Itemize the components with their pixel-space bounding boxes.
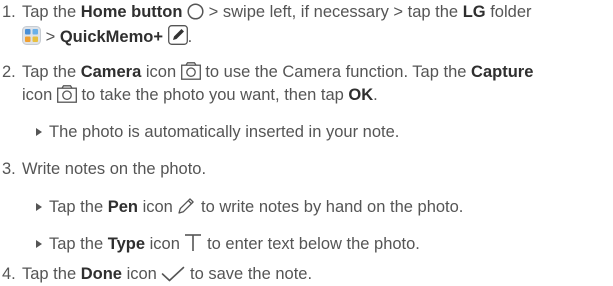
home-circle-icon: [187, 3, 204, 20]
text: Tap the: [49, 198, 104, 216]
text: .: [373, 86, 378, 104]
text: icon: [145, 63, 177, 81]
text: icon: [142, 198, 173, 216]
home-button-term: Home button: [80, 3, 183, 21]
step-3-text: Write notes on the photo.: [22, 160, 207, 178]
step-3-bullet-2: Tap the Type icon to enter text below th…: [36, 233, 420, 253]
text: icon: [126, 265, 157, 283]
quickmemo-term: QuickMemo+: [59, 28, 163, 46]
step-1-text: Tap the Home button > swipe left, if nec…: [22, 2, 532, 22]
done-term: Done: [80, 265, 122, 283]
text: Tap the: [22, 265, 77, 283]
step-number: 4.: [2, 265, 16, 283]
text: to save the note.: [190, 265, 313, 283]
camera-term: Camera: [80, 63, 142, 81]
capture-icon: [56, 85, 77, 103]
text: Tap the: [49, 235, 104, 253]
pen-icon: [177, 196, 196, 215]
step-number: 2.: [2, 63, 16, 81]
step-2-bullet: The photo is automatically inserted in y…: [36, 122, 399, 142]
capture-term: Capture: [471, 63, 534, 81]
text: .: [187, 28, 193, 46]
text: icon: [22, 86, 53, 104]
camera-icon: [180, 62, 201, 80]
text: >: [45, 28, 56, 46]
text: Tap the: [22, 63, 77, 81]
type-term: Type: [107, 235, 146, 253]
quickmemo-pen-icon: [167, 25, 188, 45]
bullet-arrow-icon: [36, 128, 42, 136]
step-3-bullet-1: Tap the Pen icon to write notes by hand …: [36, 196, 463, 216]
type-t-icon: [184, 233, 202, 252]
text: to take the photo you want, then tap: [81, 86, 344, 104]
text: to use the Camera function. Tap the: [205, 63, 467, 81]
text: folder: [490, 3, 532, 21]
lg-folder-icon: [22, 26, 41, 45]
step-number: 1.: [2, 3, 16, 21]
checkmark-icon: [161, 266, 185, 282]
ok-term: OK: [348, 86, 374, 104]
bullet-text: The photo is automatically inserted in y…: [49, 123, 400, 141]
step-2-line-2: icon to take the photo you want, then ta…: [22, 85, 378, 105]
step-4-text: Tap the Done icon to save the note.: [22, 264, 312, 284]
step-number: 3.: [2, 160, 16, 178]
text: > swipe left, if necessary > tap the: [208, 3, 459, 21]
step-1-line-2: > QuickMemo+ .: [22, 25, 193, 46]
text: Tap the: [22, 3, 77, 21]
text: icon: [149, 235, 180, 253]
bullet-arrow-icon: [36, 203, 42, 211]
text: to write notes by hand on the photo.: [201, 198, 464, 216]
pen-term: Pen: [107, 198, 138, 216]
text: to enter text below the photo.: [207, 235, 420, 253]
lg-term: LG: [462, 3, 486, 21]
step-2-text: Tap the Camera icon to use the Camera fu…: [22, 62, 533, 82]
bullet-arrow-icon: [36, 240, 42, 248]
